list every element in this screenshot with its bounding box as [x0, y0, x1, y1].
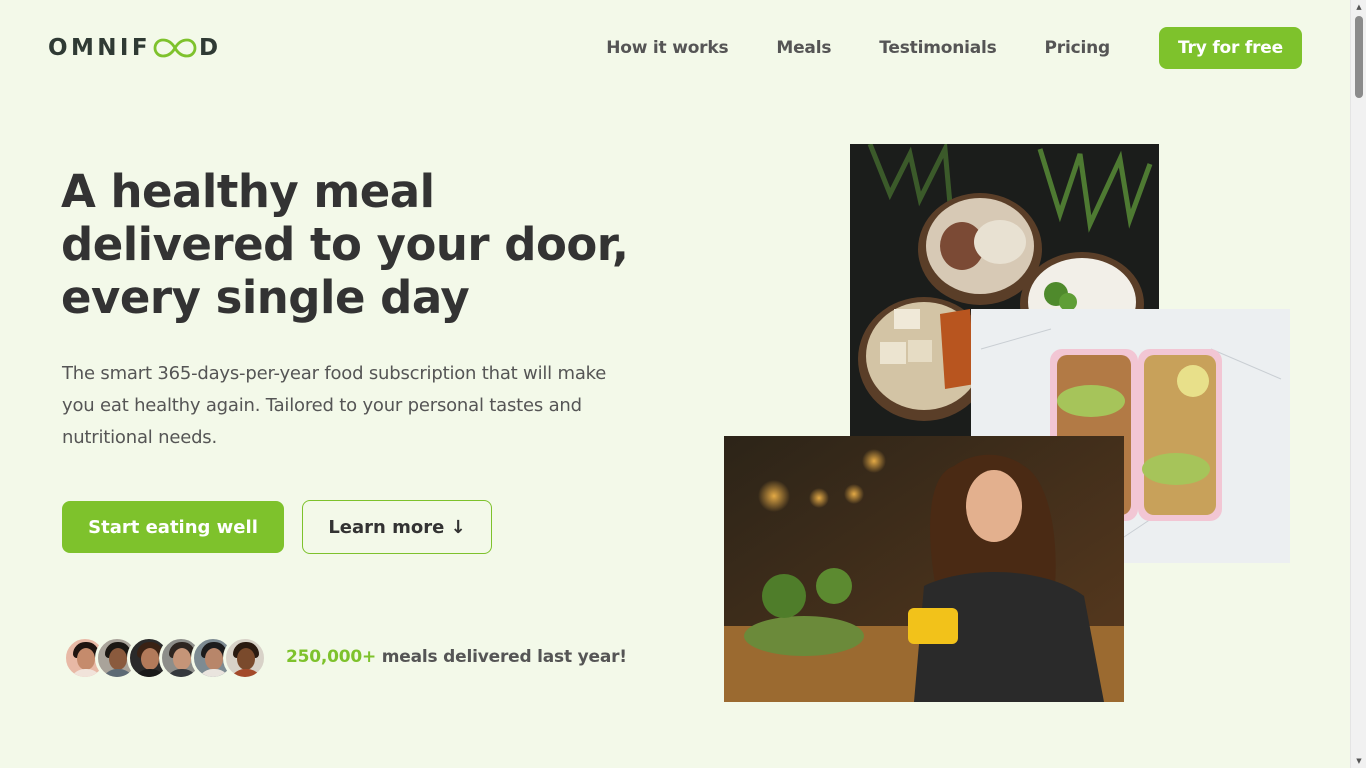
avatar: [223, 636, 267, 680]
meals-delivered-count: 250,000+: [286, 647, 377, 667]
meals-delivered-text: 250,000+ meals delivered last year!: [286, 647, 627, 667]
start-eating-well-button[interactable]: Start eating well: [62, 501, 284, 553]
chevron-down-icon[interactable]: ▼: [1351, 754, 1366, 768]
nav-meals[interactable]: Meals: [776, 38, 831, 58]
nav-how-it-works[interactable]: How it works: [606, 38, 728, 58]
woman-eating-photo: [724, 436, 1124, 702]
try-for-free-button[interactable]: Try for free: [1159, 27, 1302, 69]
nav-testimonials[interactable]: Testimonials: [879, 38, 996, 58]
infinity-icon: [153, 38, 197, 58]
main-nav: How it works Meals Testimonials Pricing …: [606, 27, 1302, 69]
chevron-up-icon[interactable]: ▲: [1351, 0, 1366, 14]
meals-delivered-label: meals delivered last year!: [381, 647, 627, 667]
hero-title: A healthy meal delivered to your door, e…: [61, 165, 629, 324]
logo-text-start: OMNIF: [48, 35, 151, 61]
page: OMNIF D How it works Meals Testimonials …: [0, 0, 1350, 768]
scrollbar[interactable]: ▲ ▼: [1350, 0, 1366, 768]
logo[interactable]: OMNIF D: [48, 35, 221, 61]
nav-pricing[interactable]: Pricing: [1045, 38, 1111, 58]
hero-description: The smart 365-days-per-year food subscri…: [62, 363, 607, 448]
scroll-thumb[interactable]: [1355, 16, 1363, 98]
learn-more-button[interactable]: Learn more ↓: [302, 500, 492, 554]
logo-text-end: D: [198, 35, 222, 61]
customer-avatars: [63, 636, 267, 680]
